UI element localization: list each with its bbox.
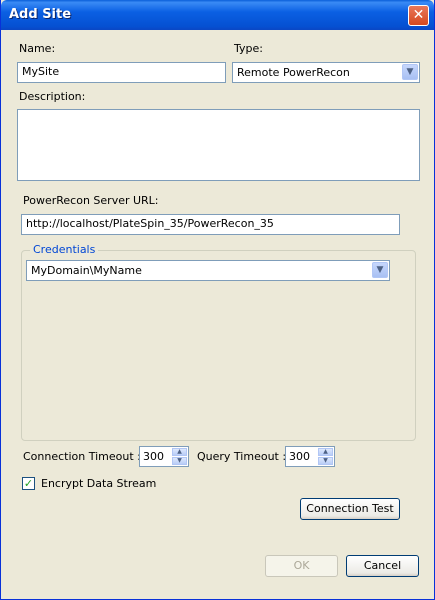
spin-down-icon[interactable]: ▼ [172,457,187,465]
description-textarea[interactable] [17,109,420,181]
type-select-value: Remote PowerRecon [237,66,350,79]
window-title: Add Site [9,7,72,22]
connection-timeout-stepper[interactable]: 300 ▲ ▼ [139,446,189,467]
close-icon[interactable]: ✕ [408,5,429,26]
spin-down-icon[interactable]: ▼ [318,457,333,465]
spin-up-icon[interactable]: ▲ [172,448,187,456]
connection-timeout-label: Connection Timeout : [23,450,141,463]
server-url-input[interactable]: http://localhost/PlateSpin_35/PowerRecon… [21,214,400,235]
description-label: Description: [19,90,86,103]
cancel-button[interactable]: Cancel [346,555,419,577]
connection-timeout-value[interactable]: 300 [143,450,164,463]
add-site-dialog: Add Site ✕ Name: MySite Type: Remote Pow… [0,0,435,600]
credentials-select-value: MyDomain\MyName [31,264,142,277]
server-url-label: PowerRecon Server URL: [23,194,159,207]
credentials-group-title: Credentials [30,243,99,256]
title-bar[interactable]: Add Site ✕ [1,0,434,30]
credentials-select[interactable]: MyDomain\MyName ▼ [26,260,390,281]
type-select[interactable]: Remote PowerRecon ▼ [232,62,420,83]
chevron-down-icon[interactable]: ▼ [402,64,418,80]
query-timeout-label: Query Timeout : [197,450,287,463]
ok-button[interactable]: OK [265,555,338,577]
spin-up-icon[interactable]: ▲ [318,448,333,456]
encrypt-checkbox[interactable]: ✓ [22,477,35,490]
name-input[interactable]: MySite [17,62,226,83]
chevron-down-icon[interactable]: ▼ [372,262,388,278]
type-label: Type: [234,42,263,55]
encrypt-label: Encrypt Data Stream [41,477,157,490]
query-timeout-value[interactable]: 300 [289,450,310,463]
checkmark-icon: ✓ [23,477,34,490]
query-timeout-stepper[interactable]: 300 ▲ ▼ [285,446,335,467]
name-label: Name: [19,42,56,55]
connection-test-button[interactable]: Connection Test [300,498,400,520]
